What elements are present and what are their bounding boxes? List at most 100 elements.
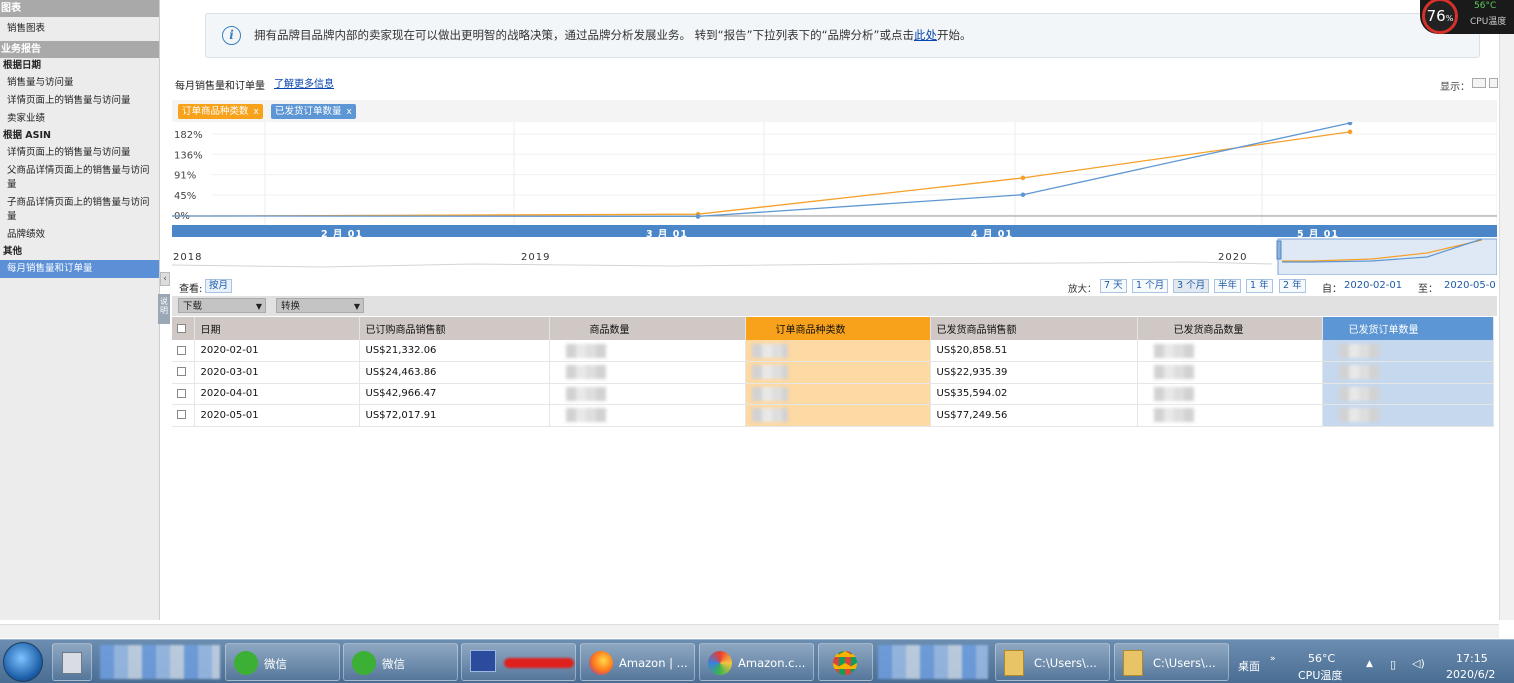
row-checkbox[interactable]	[177, 410, 186, 420]
zoom-1m-button[interactable]: 1 个月	[1132, 279, 1169, 293]
sidebar-collapse-button[interactable]: ‹	[160, 272, 170, 286]
col-header-ordered-sales[interactable]: 已订购商品销售额	[359, 317, 550, 340]
series-chip-shipped-orders[interactable]: 已发货订单数量 x	[271, 104, 356, 119]
tray-cpu-temp: 56°C	[1308, 652, 1336, 665]
sidebar-group-by-date: 根据日期	[3, 60, 42, 71]
horizontal-scrollbar[interactable]	[0, 624, 1499, 638]
taskbar-browser[interactable]: Amazon.c...	[699, 643, 814, 681]
to-date-input[interactable]: 2020-05-01	[1444, 280, 1497, 291]
taskbar-chrome[interactable]	[818, 643, 873, 681]
sidebar-item-asin-detail-page[interactable]: 详情页面上的销售量与访问量	[0, 144, 159, 162]
range-navigator[interactable]	[172, 237, 1497, 275]
zoom-1y-button[interactable]: 1 年	[1246, 279, 1273, 293]
taskbar-explorer-2[interactable]: C:\Users\...	[1114, 643, 1229, 681]
convert-dropdown[interactable]: 转换 ▼	[276, 298, 364, 313]
taskbar-wechat-1[interactable]: 微信	[225, 643, 340, 681]
chevron-down-icon: ▼	[353, 302, 360, 311]
sidebar-item-sales-traffic[interactable]: 销售量与访问量	[0, 74, 159, 92]
desktop-toolbar[interactable]: 桌面	[1238, 658, 1260, 674]
cell-shipped-sales: US$22,935.39	[930, 361, 1138, 384]
col-header-ordered-kinds[interactable]: 订单商品种类数	[745, 317, 931, 340]
redacted-value	[565, 386, 606, 401]
redacted-value	[1338, 386, 1379, 401]
select-all-checkbox[interactable]	[172, 317, 195, 340]
convert-label: 转换	[281, 301, 301, 312]
cell-units	[549, 340, 746, 362]
vertical-scrollbar[interactable]	[1499, 0, 1514, 620]
row-checkbox[interactable]	[177, 388, 186, 398]
redacted-value	[1338, 365, 1379, 380]
table-view-icon[interactable]	[1472, 78, 1486, 88]
download-dropdown[interactable]: 下载 ▼	[178, 298, 266, 313]
sidebar-item-detail-page-sales[interactable]: 详情页面上的销售量与访问量	[0, 92, 159, 110]
clock-date[interactable]: 2020/6/2	[1446, 668, 1495, 681]
sidebar-item-sales-chart[interactable]: 销售图表	[0, 17, 159, 41]
table-row[interactable]: 2020-03-01 US$24,463.86 US$22,935.39	[172, 361, 1494, 384]
info-text: 拥有品牌目品牌内部的卖家现在可以做出更明智的战略决策，通过品牌分析发展业务。 转…	[254, 27, 971, 43]
row-checkbox[interactable]	[177, 345, 186, 355]
close-icon[interactable]: x	[347, 107, 352, 117]
info-link-here[interactable]: 此处	[914, 28, 937, 42]
sidebar-item-monthly-sales-orders[interactable]: 每月销售量和订单量	[0, 260, 159, 278]
data-point[interactable]	[1347, 122, 1353, 126]
cell-ordered-kinds	[745, 404, 931, 427]
taskbar-remote[interactable]	[461, 643, 576, 681]
close-icon[interactable]: x	[254, 107, 259, 117]
cell-date: 2020-02-01	[194, 340, 360, 362]
row-checkbox-cell	[172, 404, 195, 427]
col-header-units[interactable]: 商品数量	[549, 317, 746, 340]
sidebar-item-parent-detail-page[interactable]: 父商品详情页面上的销售量与访问量	[0, 162, 159, 194]
table-row[interactable]: 2020-02-01 US$21,332.06 US$20,858.51	[172, 340, 1494, 362]
cell-shipped-sales: US$20,858.51	[930, 340, 1138, 362]
learn-more-link[interactable]: 了解更多信息	[274, 75, 334, 90]
y-tick-label: 136%	[174, 150, 203, 161]
data-point[interactable]	[1020, 192, 1026, 198]
line-chart: 182% 136% 91% 45% 0%	[172, 122, 1497, 225]
taskbar-wechat-2[interactable]: 微信	[343, 643, 458, 681]
data-point[interactable]	[1347, 129, 1353, 135]
chart-view-icon[interactable]	[1489, 78, 1498, 88]
volume-icon[interactable]: ◁)	[1412, 657, 1425, 670]
zoom-7d-button[interactable]: 7 天	[1100, 279, 1127, 293]
from-date-input[interactable]: 2020-02-01	[1344, 280, 1402, 291]
zoom-6m-button[interactable]: 半年	[1214, 279, 1242, 293]
clock-time[interactable]: 17:15	[1456, 652, 1488, 665]
col-header-date[interactable]: 日期	[194, 317, 360, 340]
sidebar-group-other: 其他	[3, 246, 23, 257]
col-header-shipped-units[interactable]: 已发货商品数量	[1137, 317, 1323, 340]
taskbar-label: 微信	[382, 657, 405, 671]
taskbar-firefox[interactable]: Amazon | ...	[580, 643, 695, 681]
view-by-month-button[interactable]: 按月	[205, 279, 233, 293]
cell-ordered-sales: US$42,966.47	[359, 383, 550, 405]
cell-ordered-sales: US$72,017.91	[359, 404, 550, 427]
display-label: 显示：	[1440, 82, 1470, 93]
col-header-shipped-sales[interactable]: 已发货商品销售额	[930, 317, 1138, 340]
taskbar-calculator[interactable]	[52, 643, 92, 681]
table-row[interactable]: 2020-04-01 US$42,966.47 US$35,594.02	[172, 383, 1494, 405]
zoom-2y-button[interactable]: 2 年	[1279, 279, 1306, 293]
col-header-shipped-orders[interactable]: 已发货订单数量	[1322, 317, 1494, 340]
start-button[interactable]	[3, 642, 43, 682]
sidebar-item-child-detail-page[interactable]: 子商品详情页面上的销售量与访问量	[0, 194, 159, 226]
sidebar-item-brand-performance[interactable]: 品牌绩效	[0, 226, 159, 244]
download-label: 下载	[183, 301, 203, 312]
wechat-icon	[234, 651, 258, 675]
cell-date: 2020-05-01	[194, 404, 360, 427]
tray-cpu-label: CPU温度	[1298, 669, 1343, 682]
cell-shipped-orders	[1322, 340, 1494, 362]
tray-expand-icon[interactable]: ▲	[1366, 659, 1373, 669]
calculator-icon	[62, 652, 82, 674]
sidebar-item-seller-performance[interactable]: 卖家业绩	[0, 110, 159, 128]
power-icon[interactable]: ▯	[1390, 658, 1396, 671]
y-tick-label: 91%	[174, 171, 196, 182]
data-point[interactable]	[1020, 175, 1026, 181]
table-row[interactable]: 2020-05-01 US$72,017.91 US$77,249.56	[172, 404, 1494, 427]
zoom-3m-button[interactable]: 3 个月	[1173, 279, 1210, 293]
row-checkbox[interactable]	[177, 367, 186, 377]
taskbar-explorer-1[interactable]: C:\Users\...	[995, 643, 1110, 681]
chip-label: 已发货订单数量	[275, 106, 342, 117]
series-chip-ordered-kinds[interactable]: 订单商品种类数 x	[178, 104, 263, 119]
data-point[interactable]	[695, 214, 701, 219]
sidebar-help-tab[interactable]: 说明	[158, 294, 170, 324]
chevron-up-icon[interactable]: »	[1270, 654, 1276, 664]
